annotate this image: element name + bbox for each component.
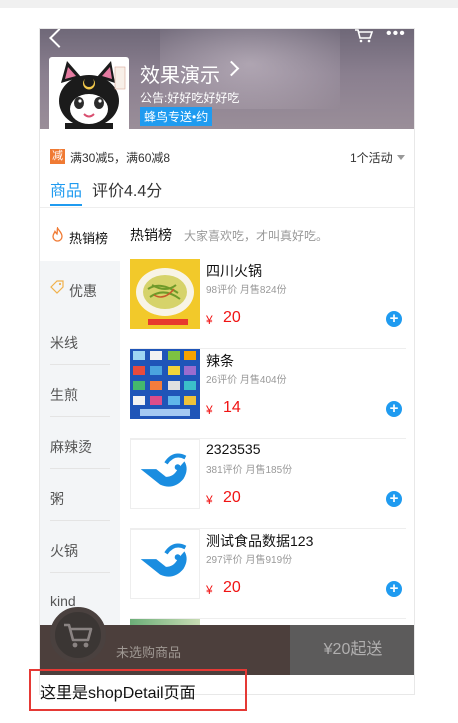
tag-icon	[50, 280, 64, 294]
section-description: 大家喜欢吃，才叫真好吃。	[184, 229, 329, 243]
page-note: 这里是shopDetail页面	[29, 669, 247, 711]
food-name: 四川火锅	[206, 263, 262, 279]
black-cat-image	[51, 59, 127, 129]
currency-symbol: ¥	[206, 493, 213, 507]
sidebar-item-label: 火锅	[50, 543, 78, 559]
food-price: 20	[223, 489, 241, 506]
add-to-cart-button[interactable]: +	[386, 401, 402, 417]
currency-symbol: ¥	[206, 403, 213, 417]
promo-row[interactable]: 减 满30减5，满60减8 1个活动	[40, 147, 414, 169]
tab-goods[interactable]: 商品	[50, 177, 82, 201]
phone-frame: ••• 效果演示 公告:好好吃好好吃 蜂鸟专送•约 减 满30减5，满60减8 …	[39, 28, 415, 695]
sidebar-item-porridge[interactable]: 粥	[40, 469, 120, 521]
food-item[interactable]: 2323535 381评价 月售185份 ¥ 20 +	[130, 439, 406, 529]
add-to-cart-button[interactable]: +	[386, 581, 402, 597]
top-strip	[0, 0, 458, 8]
food-item[interactable]: 测试食品数据123 297评价 月售919份 ¥ 20 +	[130, 529, 406, 619]
category-sidebar: 热销榜 优惠 米线 生煎 麻辣烫 粥 火锅 kind	[40, 209, 120, 629]
sidebar-item-label: 优惠	[69, 283, 97, 299]
noodle-dish-image	[130, 259, 200, 329]
sidebar-item-malatang[interactable]: 麻辣烫	[40, 417, 120, 469]
food-price: 20	[223, 309, 241, 326]
activity-count[interactable]: 1个活动	[350, 149, 393, 166]
blue-logo-image	[131, 440, 199, 508]
food-name: 2323535	[206, 441, 261, 457]
promo-text: 满30减5，满60减8	[70, 151, 171, 165]
caret-down-icon[interactable]	[397, 155, 405, 160]
discount-icon: 减	[50, 149, 65, 164]
tab-ratings[interactable]: 评价4.4分	[92, 177, 162, 201]
shop-notice: 公告:好好吃好好吃	[140, 91, 240, 105]
sidebar-item-label: 粥	[50, 491, 64, 507]
blue-logo-image	[131, 530, 199, 598]
add-to-cart-button[interactable]: +	[386, 311, 402, 327]
food-name: 辣条	[206, 353, 234, 369]
shopping-cart-icon	[64, 623, 93, 648]
app-icons-grid-image	[130, 349, 200, 419]
food-meta: 297评价 月售919份	[206, 555, 293, 566]
fire-icon	[52, 227, 63, 242]
food-price: 14	[223, 399, 241, 416]
shop-header: ••• 效果演示 公告:好好吃好好吃 蜂鸟专送•约	[40, 29, 414, 129]
add-to-cart-button[interactable]: +	[386, 491, 402, 507]
shop-avatar	[49, 57, 129, 129]
food-thumbnail	[130, 439, 200, 509]
page-note-text: 这里是shopDetail页面	[40, 685, 196, 702]
food-meta: 381评价 月售185份	[206, 465, 293, 476]
food-meta: 26评价 月售404份	[206, 375, 287, 386]
sidebar-item-shengjian[interactable]: 生煎	[40, 365, 120, 417]
cart-icon[interactable]	[354, 29, 374, 43]
food-thumbnail	[130, 529, 200, 599]
back-icon[interactable]	[49, 29, 69, 48]
food-item[interactable]: 四川火锅 98评价 月售824份 ¥ 20 +	[130, 259, 406, 349]
currency-symbol: ¥	[206, 583, 213, 597]
section-title: 热销榜	[130, 227, 172, 243]
food-thumbnail	[130, 349, 200, 419]
sidebar-item-label: 麻辣烫	[50, 439, 92, 455]
sidebar-item-label: 热销榜	[69, 231, 109, 246]
cart-empty-text: 未选购商品	[116, 645, 182, 660]
food-item[interactable]: 辣条 26评价 月售404份 ¥ 14 +	[130, 349, 406, 439]
food-thumbnail	[130, 259, 200, 329]
checkout-button[interactable]: ¥20起送	[290, 625, 414, 675]
sidebar-item-hot[interactable]: 热销榜	[40, 209, 120, 261]
food-price: 20	[223, 579, 241, 596]
delivery-badge: 蜂鸟专送•约	[140, 107, 213, 126]
sidebar-item-rice-noodle[interactable]: 米线	[40, 313, 120, 365]
tab-bar: 商品 评价4.4分	[40, 171, 414, 208]
cart-button[interactable]	[50, 607, 106, 663]
sidebar-item-hotpot[interactable]: 火锅	[40, 521, 120, 573]
more-icon[interactable]: •••	[386, 29, 406, 42]
currency-symbol: ¥	[206, 313, 213, 327]
food-meta: 98评价 月售824份	[206, 285, 287, 296]
food-name: 测试食品数据123	[206, 533, 314, 549]
sidebar-item-label: 米线	[50, 335, 78, 351]
sidebar-item-discount[interactable]: 优惠	[40, 261, 120, 313]
active-tab-indicator	[50, 204, 82, 206]
sidebar-item-label: 生煎	[50, 387, 78, 403]
shop-name[interactable]: 效果演示	[140, 59, 220, 88]
